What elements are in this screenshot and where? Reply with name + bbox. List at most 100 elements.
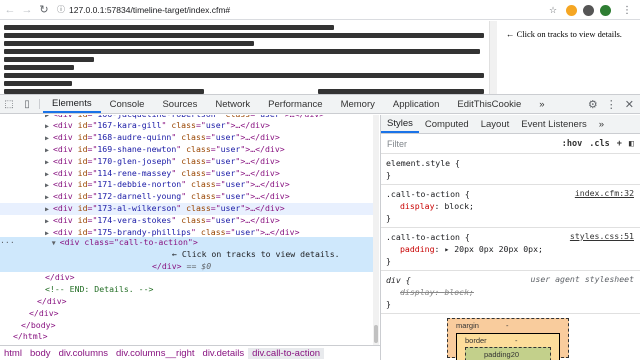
more-options-icon[interactable]: ⋮ xyxy=(606,98,617,111)
address-bar[interactable]: ⓘ 127.0.0.1:57834/timeline-target/index.… xyxy=(57,4,230,15)
settings-gear-icon[interactable]: ⚙ xyxy=(588,98,598,111)
dom-attr-value[interactable]: user xyxy=(226,179,246,189)
breadcrumb-body[interactable]: body xyxy=(26,348,55,359)
dom-node-user[interactable]: ▶ <div id="171-debbie-norton" class="user… xyxy=(0,179,373,191)
style-selector[interactable]: .call-to-action { xyxy=(386,189,470,199)
dom-attr-value[interactable]: user xyxy=(206,120,226,130)
dom-attr-value[interactable]: 171-debbie-norton xyxy=(97,179,181,189)
scrollbar-thumb[interactable] xyxy=(374,325,378,343)
style-rule[interactable]: element.style {} xyxy=(381,154,640,185)
dom-attr-value[interactable]: user xyxy=(216,215,236,225)
style-value[interactable]: block; xyxy=(444,287,474,297)
dom-attr-value[interactable]: 169-shane-newton xyxy=(97,144,176,154)
style-selector[interactable]: element.style { xyxy=(386,158,460,168)
dom-node-close[interactable]: </div> == $0 xyxy=(0,260,373,273)
inspect-element-icon[interactable]: ⬚ xyxy=(0,95,18,113)
style-source-link[interactable]: styles.css:51 xyxy=(570,231,634,241)
breadcrumb-details[interactable]: div.details xyxy=(199,348,249,359)
dom-node-user[interactable]: ▶ <div id="173-al-wilkerson" class="user"… xyxy=(0,202,373,215)
device-toolbar-icon[interactable]: ▯ xyxy=(18,95,36,113)
style-declaration[interactable]: display: block; xyxy=(386,286,636,298)
dom-node-close-html[interactable]: </html> xyxy=(0,331,373,343)
dom-node-comment[interactable]: <!-- END: Details. --> xyxy=(0,284,373,296)
dom-node-text[interactable]: ← Click on tracks to view details. xyxy=(0,248,373,261)
box-model-margin[interactable]: margin - border - padding20 xyxy=(447,318,569,360)
dom-attr-value[interactable]: 173-al-wilkerson xyxy=(97,203,176,213)
cookie-extension-icon[interactable] xyxy=(566,4,577,16)
dom-attr-value[interactable]: 114-rene-massey xyxy=(97,168,171,178)
dom-node-user[interactable]: ▶ <div id="170-glen-joseph" class="user">… xyxy=(0,156,373,168)
dom-attr-value[interactable]: 172-darnell-young xyxy=(97,191,181,201)
dom-node-close-body[interactable]: </body> xyxy=(0,320,373,332)
close-devtools-icon[interactable]: ✕ xyxy=(625,98,634,111)
tab-editthiscookie[interactable]: EditThisCookie xyxy=(448,95,530,113)
breadcrumb-columns-right[interactable]: div.columns__right xyxy=(112,348,199,359)
style-selector[interactable]: .call-to-action { xyxy=(386,232,470,242)
new-rule-button[interactable]: + xyxy=(617,139,622,149)
dom-attr-value[interactable]: user xyxy=(216,132,236,142)
dom-node-user[interactable]: ▶ <div id="172-darnell-young" class="user… xyxy=(0,191,373,203)
breadcrumb-call-to-action[interactable]: div.call-to-action xyxy=(248,347,325,359)
reload-icon[interactable]: ↻ xyxy=(37,3,51,17)
tab-elements[interactable]: Elements xyxy=(43,95,101,113)
style-rule[interactable]: .call-to-action {index.cfm:32 display: bl… xyxy=(381,185,640,228)
page-scrollbar[interactable] xyxy=(489,21,497,94)
margin-value[interactable]: - xyxy=(506,321,509,330)
box-model-border[interactable]: border - padding20 xyxy=(456,333,560,360)
star-icon[interactable]: ☆ xyxy=(546,3,560,17)
dom-attr-value[interactable]: 167-kara-gill xyxy=(97,120,161,130)
breadcrumb-html[interactable]: html xyxy=(0,348,26,359)
dom-node-user[interactable]: ▶ <div id="114-rene-massey" class="user">… xyxy=(0,168,373,180)
dom-node-user[interactable]: ▶ <div id="167-kara-gill" class="user">…<… xyxy=(0,120,373,132)
dom-node-call-to-action[interactable]: ··· ▼ <div class="call-to-action"> xyxy=(0,237,373,249)
box-model-padding[interactable]: padding20 xyxy=(465,347,551,360)
tab-performance[interactable]: Performance xyxy=(259,95,331,113)
dom-node-user[interactable]: ▶ <div id="174-vera-stokes" class="user">… xyxy=(0,215,373,227)
tab-sources[interactable]: Sources xyxy=(153,95,206,113)
style-declaration[interactable]: padding: ▸ 20px 0px 20px 0px; xyxy=(386,243,636,255)
dom-node-close[interactable]: </div> xyxy=(0,308,373,320)
styles-filter-input[interactable]: Filter xyxy=(387,139,407,149)
dom-tree-scrollbar[interactable] xyxy=(373,115,379,345)
class-toggle[interactable]: .cls xyxy=(589,139,609,149)
back-icon[interactable]: ← xyxy=(3,3,17,17)
style-selector[interactable]: div { xyxy=(386,275,411,285)
more-tabs-button[interactable]: » xyxy=(530,95,553,113)
style-rule[interactable]: .call-to-action { styles.css:51 padding: ▸… xyxy=(381,228,640,271)
dom-node-close[interactable]: </div> xyxy=(0,296,373,308)
tab-application[interactable]: Application xyxy=(384,95,448,113)
dom-attr-value[interactable]: user xyxy=(216,156,236,166)
style-property[interactable]: padding xyxy=(400,244,435,254)
dom-attr-value[interactable]: user xyxy=(260,115,280,119)
tab-console[interactable]: Console xyxy=(101,95,154,113)
style-rule[interactable]: div {user agent stylesheet display: block… xyxy=(381,271,640,314)
hover-state-toggle[interactable]: :hov xyxy=(562,139,582,149)
computed-sidebar-icon[interactable]: ◧ xyxy=(629,139,634,149)
browser-menu-icon[interactable]: ⋮ xyxy=(620,3,634,17)
tab-computed[interactable]: Computed xyxy=(419,115,475,133)
breadcrumb-columns[interactable]: div.columns xyxy=(55,348,112,359)
style-value[interactable]: ▸ 20px 0px 20px 0px; xyxy=(444,244,543,254)
style-property[interactable]: display xyxy=(400,287,435,297)
tab-memory[interactable]: Memory xyxy=(332,95,384,113)
dom-attr-value[interactable]: user xyxy=(235,227,255,237)
dom-attr-value[interactable]: 168-audre-quinn xyxy=(97,132,171,142)
style-source-link[interactable]: index.cfm:32 xyxy=(575,188,634,198)
dom-attr-value[interactable]: user xyxy=(221,144,241,154)
info-icon[interactable]: ⓘ xyxy=(57,4,65,15)
style-property[interactable]: display xyxy=(400,201,435,211)
more-style-tabs-button[interactable]: » xyxy=(593,115,610,133)
dom-attr-value[interactable]: user xyxy=(226,191,246,201)
dom-node-user[interactable]: ▶ <div id="168-audre-quinn" class="user">… xyxy=(0,132,373,144)
dom-attr-value[interactable]: 170-glen-joseph xyxy=(97,156,171,166)
profile-avatar[interactable] xyxy=(600,4,611,16)
dom-attr-value[interactable]: 174-vera-stokes xyxy=(97,215,171,225)
tab-layout[interactable]: Layout xyxy=(475,115,516,133)
puzzle-extension-icon[interactable] xyxy=(583,4,594,16)
dom-attr-value[interactable]: 166-jacqueline-robertson xyxy=(97,115,215,119)
border-value[interactable]: - xyxy=(515,336,518,345)
tab-network[interactable]: Network xyxy=(206,95,259,113)
tab-event-listeners[interactable]: Event Listeners xyxy=(515,115,592,133)
dom-attr-value[interactable]: user xyxy=(216,168,236,178)
style-value[interactable]: block; xyxy=(444,201,474,211)
